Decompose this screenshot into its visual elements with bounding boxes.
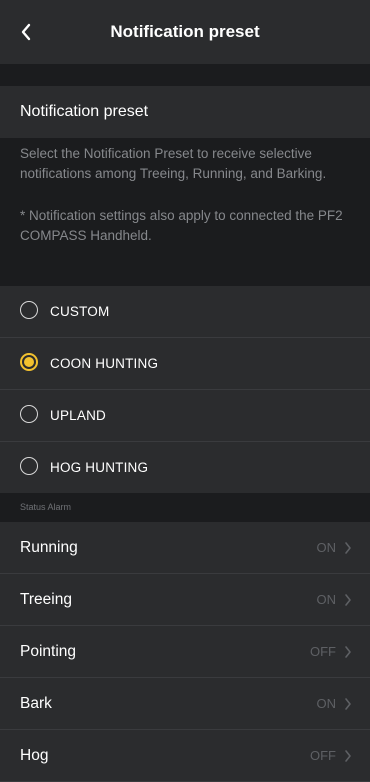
status-alarm-header: Status Alarm bbox=[0, 494, 370, 522]
status-alarm-list: Running ON Treeing ON Pointing OFF Bark … bbox=[0, 522, 370, 782]
preset-label: COON HUNTING bbox=[50, 356, 159, 371]
preset-label: CUSTOM bbox=[50, 304, 110, 319]
info-block: Select the Notification Preset to receiv… bbox=[0, 138, 370, 286]
alarm-item-hog[interactable]: Hog OFF bbox=[0, 730, 370, 782]
alarm-item-running[interactable]: Running ON bbox=[0, 522, 370, 574]
note-text: * Notification settings also apply to co… bbox=[20, 208, 343, 243]
alarm-value: ON bbox=[316, 540, 337, 555]
preset-option-hog-hunting[interactable]: HOG HUNTING bbox=[0, 442, 370, 493]
preset-option-upland[interactable]: UPLAND bbox=[0, 390, 370, 442]
alarm-value: ON bbox=[316, 696, 337, 711]
alarm-value: OFF bbox=[310, 644, 336, 659]
preset-option-coon-hunting[interactable]: COON HUNTING bbox=[0, 338, 370, 390]
alarm-label: Running bbox=[20, 539, 78, 556]
section-title: Notification preset bbox=[20, 103, 149, 120]
chevron-left-icon bbox=[21, 23, 31, 41]
preset-label: UPLAND bbox=[50, 408, 106, 423]
radio-button[interactable] bbox=[20, 301, 38, 319]
chevron-right-icon bbox=[345, 542, 351, 554]
alarm-label: Pointing bbox=[20, 643, 77, 660]
alarm-item-treeing[interactable]: Treeing ON bbox=[0, 574, 370, 626]
preset-option-custom[interactable]: CUSTOM bbox=[0, 286, 370, 338]
radio-button[interactable] bbox=[20, 405, 38, 423]
alarm-label: Treeing bbox=[20, 591, 72, 608]
chevron-right-icon bbox=[345, 594, 351, 606]
alarm-item-pointing[interactable]: Pointing OFF bbox=[0, 626, 370, 678]
alarm-label: Hog bbox=[20, 747, 49, 764]
top-bar: Notification preset bbox=[0, 0, 370, 64]
preset-list: CUSTOM COON HUNTING UPLAND HOG HUNTING bbox=[0, 286, 370, 493]
radio-button[interactable] bbox=[20, 457, 38, 475]
status-alarm-header-label: Status Alarm bbox=[20, 502, 72, 512]
radio-button-selected[interactable] bbox=[20, 353, 38, 371]
page-title: Notification preset bbox=[110, 22, 260, 41]
section-header: Notification preset bbox=[0, 86, 370, 138]
chevron-right-icon bbox=[345, 698, 351, 710]
spacer bbox=[0, 64, 370, 86]
preset-label: HOG HUNTING bbox=[50, 460, 149, 475]
description-text: Select the Notification Preset to receiv… bbox=[20, 146, 327, 181]
alarm-value: ON bbox=[316, 592, 337, 607]
alarm-value: OFF bbox=[310, 748, 336, 763]
chevron-right-icon bbox=[345, 646, 351, 658]
alarm-item-bark[interactable]: Bark ON bbox=[0, 678, 370, 730]
alarm-label: Bark bbox=[20, 695, 52, 712]
chevron-right-icon bbox=[345, 750, 351, 762]
back-button[interactable] bbox=[12, 18, 40, 46]
